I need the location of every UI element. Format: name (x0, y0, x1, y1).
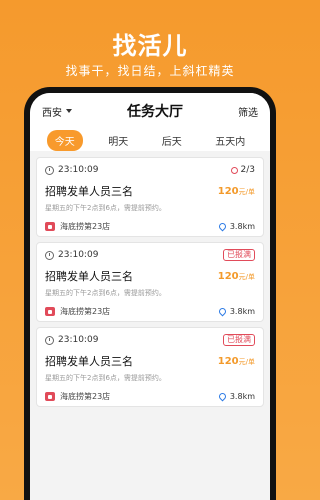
task-time: 23:10:09 (58, 335, 99, 345)
task-card[interactable]: 23:10:09 2/3 招聘发单人员三名 120元/单 星期五的下午2点到6点… (36, 157, 264, 237)
date-tabs: 今天 明天 后天 五天内 (30, 129, 270, 151)
task-description: 星期五的下午2点到6点，需提前预约。 (45, 289, 166, 297)
task-time: 23:10:09 (58, 165, 99, 175)
status-badge: 已报满 (223, 334, 255, 346)
task-price: 120元/单 (218, 186, 255, 197)
tab-today[interactable]: 今天 (46, 129, 83, 151)
task-card[interactable]: 23:10:09 已报满 招聘发单人员三名 120元/单 星期五的下午2点到6点… (36, 327, 264, 407)
location-pin-icon (217, 391, 228, 402)
price-unit: 元/单 (238, 357, 255, 366)
app-screen: 西安 任务大厅 筛选 今天 明天 后天 五天内 23:10:09 2/3 招聘发… (30, 93, 270, 500)
city-selector[interactable]: 西安 (42, 104, 72, 119)
task-title: 招聘发单人员三名 (45, 355, 133, 368)
task-price: 120元/单 (218, 271, 255, 282)
shop-icon (45, 392, 55, 401)
task-slots: 2/3 (240, 165, 255, 175)
shop-name: 海底捞第23店 (60, 307, 111, 316)
shop-name: 海底捞第23店 (60, 392, 111, 401)
price-unit: 元/单 (238, 187, 255, 196)
shop-name: 海底捞第23店 (60, 222, 111, 231)
tab-day-after[interactable]: 后天 (154, 130, 190, 151)
city-label: 西安 (42, 107, 62, 119)
task-title: 招聘发单人员三名 (45, 185, 133, 198)
phone-frame: 西安 任务大厅 筛选 今天 明天 后天 五天内 23:10:09 2/3 招聘发… (24, 87, 276, 500)
tab-five-days[interactable]: 五天内 (207, 130, 253, 151)
promo-subtitle: 找事干，找日结，上斜杠精英 (65, 64, 235, 78)
clock-icon (45, 335, 54, 345)
price-value: 120 (217, 355, 239, 367)
clock-icon (45, 165, 54, 175)
promo-title: 找活儿 (112, 32, 188, 60)
task-description: 星期五的下午2点到6点，需提前预约。 (45, 204, 166, 212)
status-badge: 已报满 (223, 249, 255, 261)
price-value: 120 (217, 270, 239, 282)
chevron-down-icon (66, 109, 72, 113)
clock-icon (45, 250, 54, 260)
location-pin-icon (217, 306, 228, 317)
task-title: 招聘发单人员三名 (45, 270, 133, 283)
task-list: 23:10:09 2/3 招聘发单人员三名 120元/单 星期五的下午2点到6点… (30, 151, 270, 407)
task-distance: 3.8km (229, 392, 255, 401)
tab-tomorrow[interactable]: 明天 (100, 130, 136, 151)
task-distance: 3.8km (229, 307, 255, 316)
price-value: 120 (217, 185, 239, 197)
task-card[interactable]: 23:10:09 已报满 招聘发单人员三名 120元/单 星期五的下午2点到6点… (36, 242, 264, 322)
task-price: 120元/单 (218, 356, 255, 367)
app-header: 西安 任务大厅 筛选 (30, 93, 270, 129)
location-pin-icon (217, 221, 228, 232)
filter-button[interactable]: 筛选 (238, 104, 258, 119)
user-icon (230, 166, 238, 174)
page-title: 任务大厅 (127, 104, 183, 120)
price-unit: 元/单 (238, 272, 255, 281)
task-distance: 3.8km (229, 222, 255, 231)
task-time: 23:10:09 (58, 250, 99, 260)
shop-icon (45, 222, 55, 231)
shop-icon (45, 307, 55, 316)
task-description: 星期五的下午2点到6点，需提前预约。 (45, 374, 166, 382)
